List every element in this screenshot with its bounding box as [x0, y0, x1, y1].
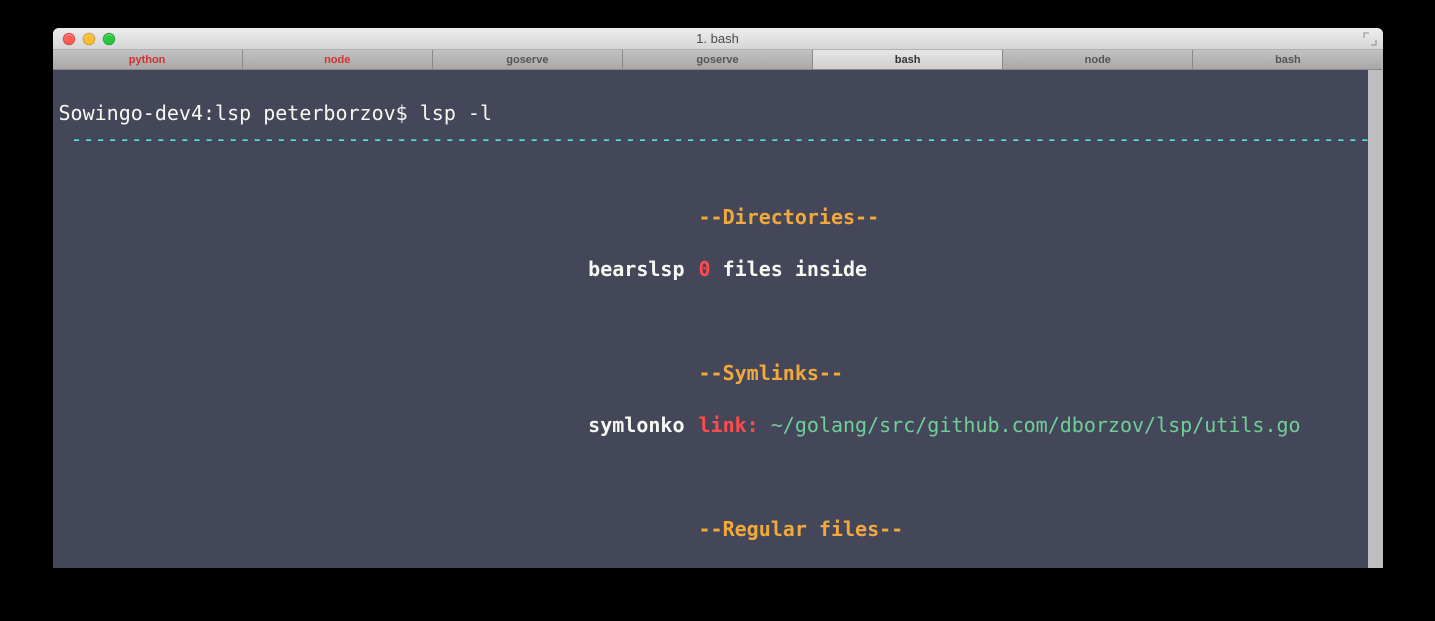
prompt-host: Sowingo-dev4 — [59, 101, 204, 125]
dir-count: 0 — [699, 257, 711, 281]
tab-node-2[interactable]: node — [1003, 50, 1193, 69]
tab-goserve[interactable]: goserve — [433, 50, 623, 69]
symlink-target: ~/golang/src/github.com/dborzov/lsp/util… — [771, 413, 1301, 437]
dir-name: bearslsp — [588, 257, 684, 281]
window-title: 1. bash — [53, 31, 1383, 46]
tab-goserve-2[interactable]: goserve — [623, 50, 813, 69]
tab-bar: python node goserve goserve bash node ba… — [53, 50, 1383, 70]
prompt-command: lsp -l — [420, 101, 492, 125]
prompt-line: Sowingo-dev4:lsp peterborzov$ lsp -l — [59, 101, 493, 125]
tab-python[interactable]: python — [53, 50, 243, 69]
divider-line: ----------------------------------------… — [59, 127, 1371, 151]
minimize-icon[interactable] — [83, 33, 95, 45]
symlink-label: link: — [699, 413, 759, 437]
tab-node[interactable]: node — [243, 50, 433, 69]
fullscreen-icon[interactable] — [1363, 32, 1377, 46]
traffic-lights — [53, 33, 115, 45]
terminal-content: Sowingo-dev4:lsp peterborzov$ lsp -l ---… — [53, 70, 1383, 568]
section-header-regular: --Regular files-- — [699, 517, 904, 541]
section-header-directories: --Directories-- — [699, 205, 880, 229]
terminal-body[interactable]: Sowingo-dev4:lsp peterborzov$ lsp -l ---… — [53, 70, 1383, 568]
prompt-cwd: lsp — [215, 101, 251, 125]
scrollbar[interactable] — [1368, 70, 1383, 568]
section-header-symlinks: --Symlinks-- — [699, 361, 844, 385]
prompt-sigil: $ — [396, 101, 408, 125]
close-icon[interactable] — [63, 33, 75, 45]
tab-bash-active[interactable]: bash — [813, 50, 1003, 69]
zoom-icon[interactable] — [103, 33, 115, 45]
dir-suffix: files inside — [711, 257, 868, 281]
tab-bash-2[interactable]: bash — [1193, 50, 1382, 69]
prompt-user: peterborzov — [263, 101, 395, 125]
titlebar[interactable]: 1. bash — [53, 28, 1383, 50]
terminal-window: 1. bash python node goserve goserve bash… — [53, 28, 1383, 568]
symlink-name: symlonko — [588, 413, 684, 437]
